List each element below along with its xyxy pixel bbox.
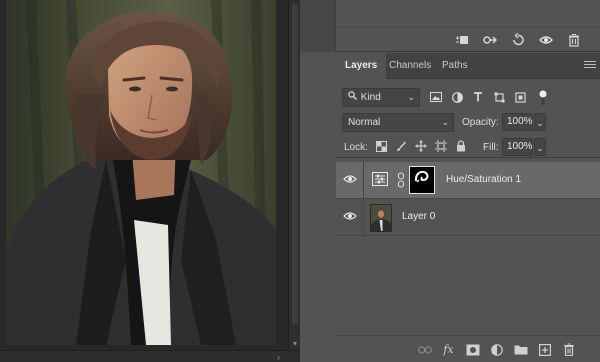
layer-filter-row: Kind ⌄: [336, 86, 600, 110]
layer-name[interactable]: Hue/Saturation 1: [446, 174, 521, 185]
lock-all-icon[interactable]: [454, 139, 468, 153]
opacity-field[interactable]: 100%: [502, 113, 533, 131]
image-filter-icon[interactable]: [428, 90, 444, 104]
chevron-down-icon: ⌄: [407, 92, 415, 102]
kind-filter-label: Kind: [360, 92, 381, 103]
shape-filter-icon[interactable]: [491, 90, 507, 104]
tab-layers[interactable]: Layers: [336, 53, 387, 79]
lock-label: Lock:: [344, 142, 368, 153]
visibility-toggle[interactable]: [336, 199, 364, 236]
layers-panel: Layers Channels Paths Kind ⌄ Normal ⌄ Op…: [336, 53, 600, 362]
layer-mask-thumbnail[interactable]: [409, 166, 435, 194]
opacity-slider-toggle[interactable]: ⌄: [534, 113, 546, 131]
new-layer-icon[interactable]: [536, 342, 553, 357]
eye-icon[interactable]: [536, 31, 556, 49]
chevron-down-icon: ⌄: [441, 117, 449, 127]
visibility-toggle[interactable]: [336, 162, 364, 199]
mask-link-icon[interactable]: [397, 172, 405, 188]
fill-field[interactable]: 100%: [502, 138, 533, 156]
fill-label: Fill:: [483, 142, 499, 153]
layers-panel-footer: fx: [336, 335, 600, 362]
layer-row-hue-saturation[interactable]: Hue/Saturation 1: [336, 162, 600, 199]
blend-row: Normal ⌄ Opacity: 100% ⌄: [336, 111, 600, 133]
search-icon: [348, 89, 358, 106]
lock-transparent-pixels-icon[interactable]: [374, 139, 388, 153]
scrollbar-thumb[interactable]: [292, 4, 298, 324]
eye-icon[interactable]: [343, 211, 357, 221]
add-mask-icon[interactable]: [464, 342, 481, 357]
tab-paths[interactable]: Paths: [433, 53, 477, 79]
link-layers-icon[interactable]: [416, 342, 433, 357]
opacity-label: Opacity:: [462, 117, 499, 128]
eye-icon[interactable]: [343, 174, 357, 184]
trash-icon[interactable]: [564, 31, 584, 49]
tab-channels[interactable]: Channels: [380, 53, 440, 79]
chevron-down-icon[interactable]: ▾: [290, 340, 300, 348]
layer-thumbnail[interactable]: [370, 204, 392, 232]
lock-row: Lock: Fill: 100% ⌄: [336, 136, 600, 158]
kind-filter-dropdown[interactable]: Kind ⌄: [342, 88, 420, 107]
lock-artboard-icon[interactable]: [434, 139, 448, 153]
lock-image-pixels-icon[interactable]: [394, 139, 408, 153]
panel-menu-icon[interactable]: [584, 61, 596, 71]
new-snapshot-icon[interactable]: [452, 31, 472, 49]
layer-style-icon[interactable]: fx: [440, 342, 457, 357]
undo-icon[interactable]: [508, 31, 528, 49]
blend-mode-value: Normal: [348, 117, 381, 128]
chevron-right-icon[interactable]: ›: [277, 352, 280, 362]
canvas-vertical-scrollbar[interactable]: ▾: [288, 0, 300, 350]
new-group-icon[interactable]: [512, 342, 529, 357]
new-adjustment-layer-icon[interactable]: [488, 342, 505, 357]
layer-row-layer-0[interactable]: Layer 0: [336, 199, 600, 236]
adjustment-filter-icon[interactable]: [449, 90, 465, 104]
panel-divider: [336, 27, 600, 28]
blend-mode-dropdown[interactable]: Normal ⌄: [342, 113, 454, 132]
layers-list: Hue/Saturation 1 Layer 0: [336, 157, 600, 335]
fill-slider-toggle[interactable]: ⌄: [534, 138, 546, 156]
smart-object-filter-icon[interactable]: [512, 90, 528, 104]
document-image: [6, 0, 276, 345]
history-panel: [300, 0, 600, 52]
layer-name[interactable]: Layer 0: [402, 211, 435, 222]
lock-position-icon[interactable]: [414, 139, 428, 153]
canvas-horizontal-scrollbar[interactable]: ›: [0, 350, 300, 362]
right-panels: Layers Channels Paths Kind ⌄ Normal ⌄ Op…: [300, 0, 600, 362]
hue-saturation-adjustment-icon: [372, 172, 388, 186]
filter-toggle-switch[interactable]: [539, 90, 547, 106]
document-canvas[interactable]: [0, 0, 288, 362]
panel-tab-bar: Layers Channels Paths: [336, 53, 600, 79]
type-filter-icon[interactable]: [470, 90, 486, 104]
new-document-from-state-icon[interactable]: [480, 31, 500, 49]
panel-collapse-strip[interactable]: [300, 0, 336, 52]
delete-layer-icon[interactable]: [560, 342, 577, 357]
